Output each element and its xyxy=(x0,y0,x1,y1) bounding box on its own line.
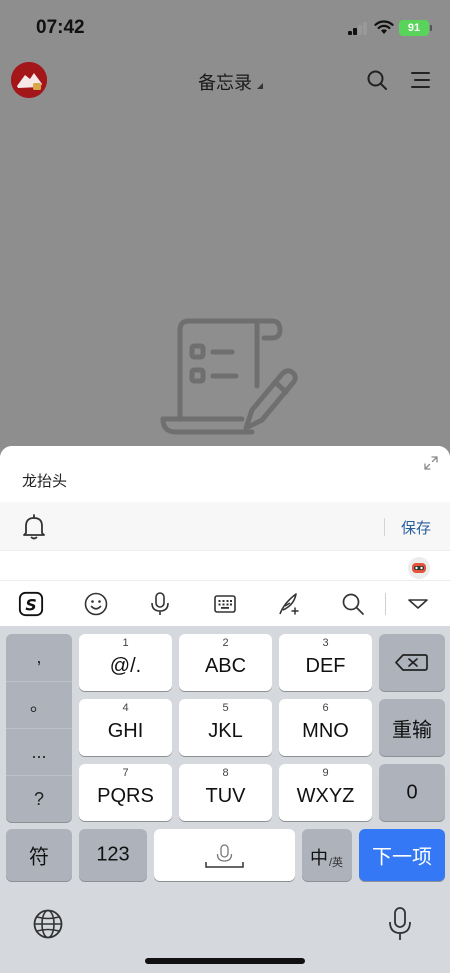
punctuation-column[interactable]: , 。 ... ? xyxy=(6,634,72,822)
cellular-signal-icon xyxy=(348,22,368,35)
key-5[interactable]: 5 JKL xyxy=(179,699,272,756)
status-bar: 07:42 91 xyxy=(0,0,450,56)
keyboard-icon[interactable] xyxy=(212,591,238,617)
ime-toolbar: S xyxy=(0,580,450,626)
key-number: 9 xyxy=(322,767,329,779)
backspace-icon xyxy=(395,654,428,671)
home-indicator xyxy=(145,958,305,964)
key-0[interactable]: 0 xyxy=(379,764,445,821)
reenter-key[interactable]: 重输 xyxy=(379,699,445,756)
key-number: 7 xyxy=(122,767,129,779)
key-7[interactable]: 7 PQRS xyxy=(79,764,172,821)
key-label: PQRS xyxy=(97,785,154,807)
battery-icon: 91 xyxy=(399,20,432,36)
language-switch-key[interactable]: 中 /英 xyxy=(302,829,352,881)
note-toolbar: 保存 xyxy=(0,502,450,550)
note-editor-sheet: 龙抬头 保存 S , 。 ... ? 1 @/. 2 ABC 3 DEF 4 G… xyxy=(0,446,450,973)
key-4[interactable]: 4 GHI xyxy=(79,699,172,756)
sogou-logo-icon[interactable]: S xyxy=(18,591,44,617)
ime-candidate-bar xyxy=(0,550,450,580)
note-input[interactable]: 龙抬头 xyxy=(0,446,450,502)
key-number: 3 xyxy=(322,637,329,649)
status-time: 07:42 xyxy=(36,17,85,38)
key-label: TUV xyxy=(205,785,246,807)
note-text[interactable]: 龙抬头 xyxy=(22,470,67,491)
expand-icon[interactable] xyxy=(424,456,438,470)
punct-ellipsis-key[interactable]: ... xyxy=(6,728,72,775)
search-icon[interactable] xyxy=(365,68,389,92)
numbers-label: 123 xyxy=(96,843,130,866)
key-label: WXYZ xyxy=(296,785,355,807)
hide-keyboard-chevron-icon[interactable] xyxy=(405,591,431,617)
ime-toolbar-divider xyxy=(385,593,386,615)
punct-period-key[interactable]: 。 xyxy=(6,681,72,728)
key-number: 2 xyxy=(222,637,229,649)
space-key[interactable] xyxy=(154,829,295,881)
key-1[interactable]: 1 @/. xyxy=(79,634,172,691)
key-number: 5 xyxy=(222,702,229,714)
title-dropdown-icon[interactable] xyxy=(257,83,263,89)
robot-assistant-icon[interactable] xyxy=(408,557,430,579)
voice-input-icon[interactable] xyxy=(147,591,173,617)
zero-label: 0 xyxy=(406,781,418,803)
emoji-icon[interactable] xyxy=(83,591,109,617)
empty-notes-illustration xyxy=(160,318,298,435)
punct-question-key[interactable]: ? xyxy=(6,775,72,822)
dictation-mic-icon[interactable] xyxy=(386,906,414,942)
key-number: 8 xyxy=(222,767,229,779)
next-item-label: 下一项 xyxy=(372,846,432,869)
key-6[interactable]: 6 MNO xyxy=(279,699,372,756)
key-label: MNO xyxy=(302,720,349,742)
svg-text:S: S xyxy=(25,596,36,615)
wifi-icon xyxy=(374,20,394,34)
key-number: 4 xyxy=(122,702,129,714)
lang-sub-label: /英 xyxy=(329,857,344,869)
save-button[interactable]: 保存 xyxy=(401,517,431,538)
key-8[interactable]: 8 TUV xyxy=(179,764,272,821)
key-label: ABC xyxy=(204,655,247,677)
numbers-key[interactable]: 123 xyxy=(79,829,147,881)
bell-icon[interactable] xyxy=(22,514,46,540)
space-mic-icon xyxy=(205,844,244,868)
key-number: 1 xyxy=(122,637,129,649)
globe-icon[interactable] xyxy=(32,908,64,940)
key-3[interactable]: 3 DEF xyxy=(279,634,372,691)
ime-keyboard: , 。 ... ? 1 @/. 2 ABC 3 DEF 4 GHI 5 JKL … xyxy=(0,626,450,973)
key-9[interactable]: 9 WXYZ xyxy=(279,764,372,821)
symbol-key[interactable]: 符 xyxy=(6,829,72,881)
reenter-label: 重输 xyxy=(392,719,432,741)
toolbar-divider xyxy=(384,518,385,536)
key-label: DEF xyxy=(305,655,346,677)
next-item-button[interactable]: 下一项 xyxy=(359,829,445,881)
key-label: @/. xyxy=(109,655,142,677)
symbol-label: 符 xyxy=(29,846,49,869)
key-label: GHI xyxy=(107,720,144,742)
key-label: JKL xyxy=(208,720,243,742)
handwriting-quill-icon[interactable] xyxy=(276,591,302,617)
menu-icon[interactable] xyxy=(409,68,433,92)
key-2[interactable]: 2 ABC xyxy=(179,634,272,691)
backspace-key[interactable] xyxy=(379,634,445,691)
ime-search-icon[interactable] xyxy=(340,591,366,617)
punct-comma-key[interactable]: , xyxy=(6,634,72,681)
key-number: 6 xyxy=(322,702,329,714)
lang-main-label: 中 xyxy=(310,848,328,868)
